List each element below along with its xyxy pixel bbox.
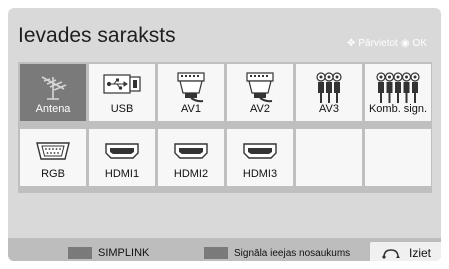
back-arrow-icon: [382, 249, 400, 259]
input-list-dialog: Ievades saraksts ✥ Pārvietot ◉ OK Antena: [8, 8, 441, 261]
input-tile-av3[interactable]: AV3: [296, 64, 362, 121]
simplink-label: SIMPLINK: [98, 247, 150, 259]
input-tile-rgb[interactable]: RGB: [20, 129, 86, 186]
usb-icon: [103, 74, 141, 94]
dpad-icon: ✥: [346, 38, 356, 49]
input-label: AV1: [181, 103, 201, 115]
input-label: Komb. sign.: [368, 103, 428, 115]
input-tile-empty: [296, 129, 362, 186]
scart-icon: [177, 72, 205, 103]
hdmi-icon: [174, 143, 208, 159]
navigation-hint: ✥ Pārvietot ◉ OK: [347, 38, 427, 49]
dialog-title: Ievades saraksts: [18, 24, 176, 47]
input-label: RGB: [41, 168, 65, 180]
input-label: HDMI3: [242, 168, 278, 180]
input-label: USB: [110, 103, 134, 115]
rename-input-button[interactable]: Signāla ieejas nosaukums: [204, 243, 350, 261]
ok-circle-icon: ◉: [400, 38, 410, 49]
simplink-button[interactable]: SIMPLINK: [68, 243, 149, 261]
input-tile-usb[interactable]: USB: [89, 64, 155, 121]
input-tile-hdmi1[interactable]: HDMI1: [89, 129, 155, 186]
hdmi-icon: [105, 143, 139, 159]
rename-input-label: Signāla ieejas nosaukums: [234, 247, 351, 259]
rca-icon: [316, 72, 342, 103]
input-label: HDMI1: [104, 168, 140, 180]
input-grid: Antena USB AV1 AV2 AV3 Komb. sign. RGB H…: [18, 62, 432, 193]
input-tile-hdmi2[interactable]: HDMI2: [158, 129, 224, 186]
input-label: AV2: [250, 103, 270, 115]
hdmi-icon: [243, 143, 277, 159]
input-label: Antena: [35, 103, 71, 115]
exit-label: Iziet: [408, 246, 431, 260]
input-tile-antenna[interactable]: Antena: [20, 64, 86, 121]
input-tile-hdmi3[interactable]: HDMI3: [227, 129, 293, 186]
move-hint-label: Pārvietot: [358, 38, 398, 49]
color-key-icon: [68, 247, 92, 259]
input-tile-av1[interactable]: AV1: [158, 64, 224, 121]
input-tile-empty: [365, 129, 431, 186]
input-label: HDMI2: [173, 168, 209, 180]
ok-hint-label: OK: [412, 38, 427, 49]
color-key-icon: [204, 247, 228, 259]
input-tile-component[interactable]: Komb. sign.: [365, 64, 431, 121]
input-tile-av2[interactable]: AV2: [227, 64, 293, 121]
input-label: AV3: [319, 103, 339, 115]
exit-button[interactable]: Iziet: [370, 242, 441, 261]
component-icon: [376, 72, 420, 103]
vga-icon: [36, 142, 70, 160]
scart-icon: [246, 72, 274, 103]
antenna-icon: [41, 76, 67, 100]
